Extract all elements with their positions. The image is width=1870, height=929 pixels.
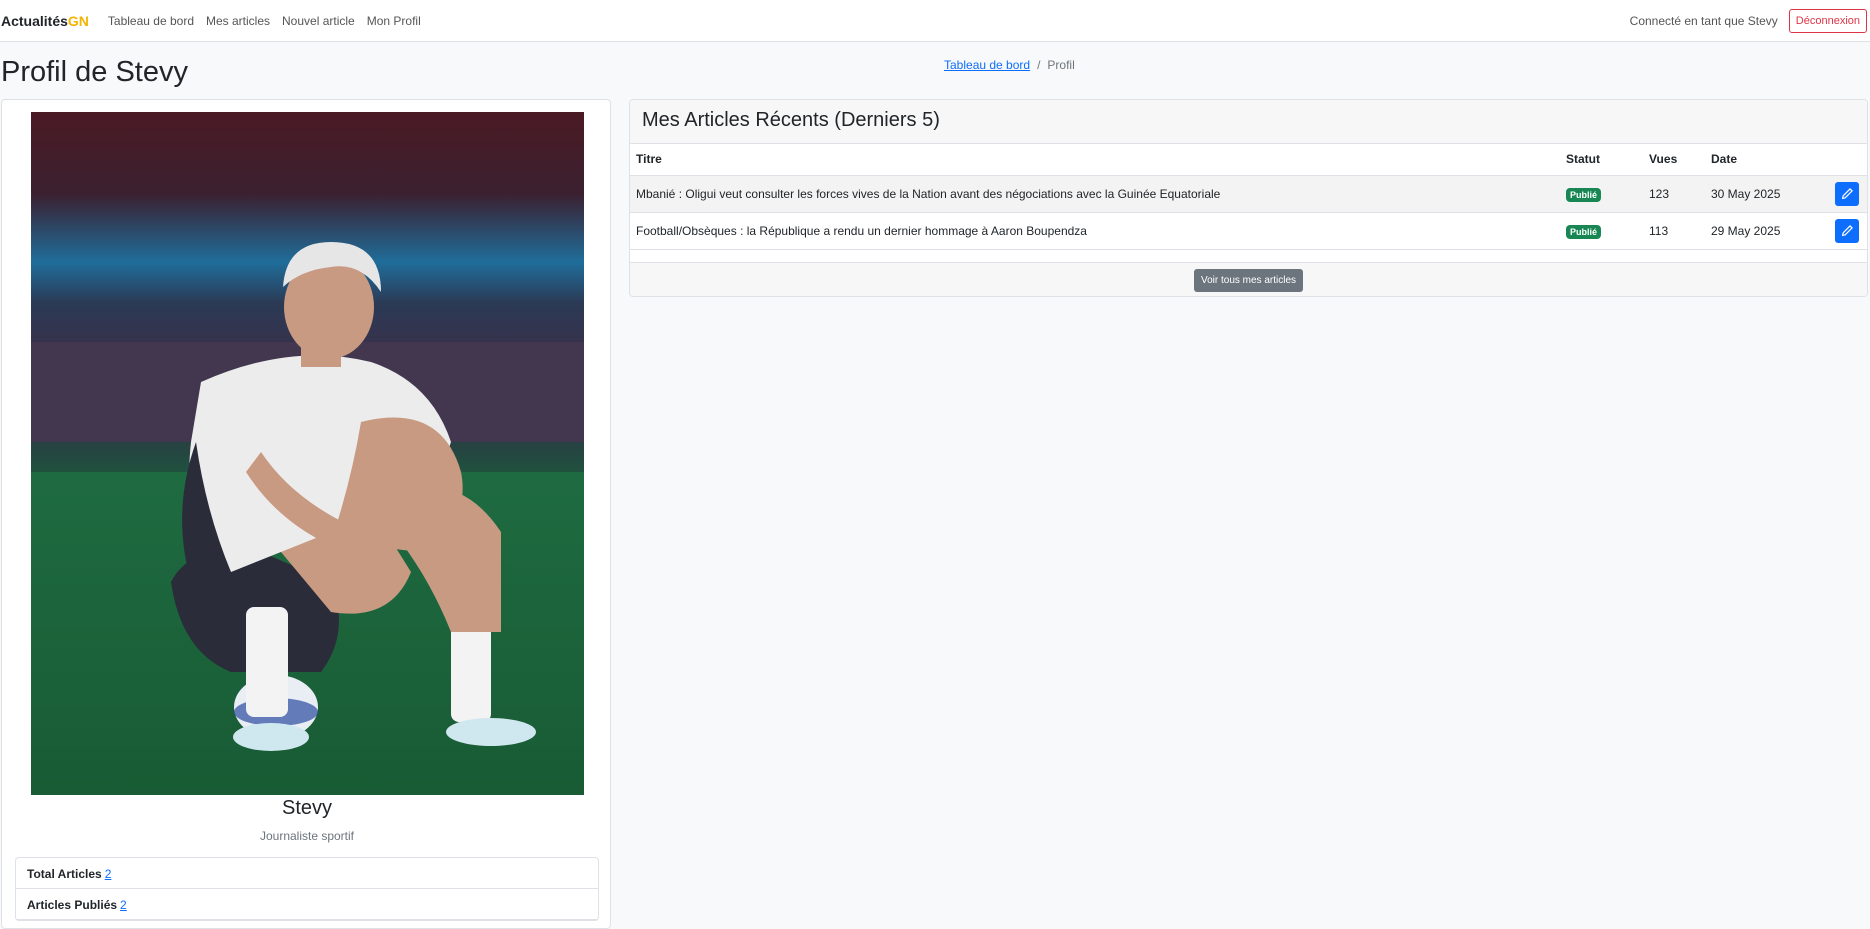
nav-link-new-article[interactable]: Nouvel article [282,14,355,28]
nav-links: Tableau de bord Mes articles Nouvel arti… [108,14,433,28]
avatar-person-illustration [171,242,536,751]
edit-article-button[interactable] [1835,181,1859,206]
brand-logo[interactable]: Actualités GN [1,13,89,29]
column-header-date: Date [1705,144,1829,176]
breadcrumb-current: Profil [1047,58,1075,72]
articles-footer: Voir tous mes articles [630,262,1867,296]
profile-stats: Total Articles 2 Articles Publiés 2 [15,857,599,921]
breadcrumb-link-dashboard[interactable]: Tableau de bord [944,58,1030,72]
column-header-title: Titre [630,144,1560,176]
stat-published-articles: Articles Publiés 2 [16,889,598,920]
nav-link-my-profile[interactable]: Mon Profil [367,14,421,28]
article-title: Football/Obsèques : la République a rend… [630,212,1560,250]
logged-in-user-text: Connecté en tant que Stevy [1629,13,1778,28]
stat-label: Articles Publiés [27,898,118,912]
article-views: 123 [1643,175,1705,213]
profile-card: Stevy Journaliste sportif Total Articles… [1,99,611,929]
navbar: Actualités GN Tableau de bord Mes article… [0,0,1870,42]
stat-value-link[interactable]: 2 [120,898,127,912]
articles-table: Titre Statut Vues Date Mbanié : Oligui v… [630,144,1867,250]
stat-label: Total Articles [27,867,102,881]
table-row: Football/Obsèques : la République a rend… [630,212,1867,250]
article-title: Mbanié : Oligui veut consulter les force… [630,175,1560,213]
article-date: 30 May 2025 [1705,175,1829,213]
recent-articles-title: Mes Articles Récents (Derniers 5) [630,100,1867,144]
profile-name: Stevy [281,797,333,819]
pencil-icon [1841,187,1853,199]
logout-button[interactable]: Déconnexion [1788,8,1867,33]
edit-article-button[interactable] [1835,218,1859,243]
brand-main: Actualités [1,12,68,29]
breadcrumb: Tableau de bord / Profil [944,58,1075,72]
article-date: 29 May 2025 [1705,212,1829,250]
view-all-articles-button[interactable]: Voir tous mes articles [1193,269,1304,292]
breadcrumb-separator: / [1037,58,1041,72]
avatar [31,112,584,795]
status-badge: Publié [1566,224,1602,239]
brand-accent: GN [67,12,89,29]
status-badge: Publié [1566,187,1602,202]
pencil-icon [1841,224,1853,236]
recent-articles-card: Mes Articles Récents (Derniers 5) Titre … [629,99,1868,297]
stat-total-articles: Total Articles 2 [16,858,598,889]
stat-value-link[interactable]: 2 [105,867,112,881]
nav-user-area: Connecté en tant que Stevy Déconnexion [1629,8,1867,33]
article-views: 113 [1643,212,1705,250]
column-header-actions [1829,144,1867,176]
column-header-views: Vues [1643,144,1705,176]
table-row: Mbanié : Oligui veut consulter les force… [630,175,1867,213]
column-header-status: Statut [1560,144,1643,176]
nav-link-dashboard[interactable]: Tableau de bord [108,14,194,28]
table-header-row: Titre Statut Vues Date [630,144,1867,176]
nav-link-my-articles[interactable]: Mes articles [206,14,270,28]
profile-role: Journaliste sportif [259,829,355,843]
page-title: Profil de Stevy [1,56,188,88]
